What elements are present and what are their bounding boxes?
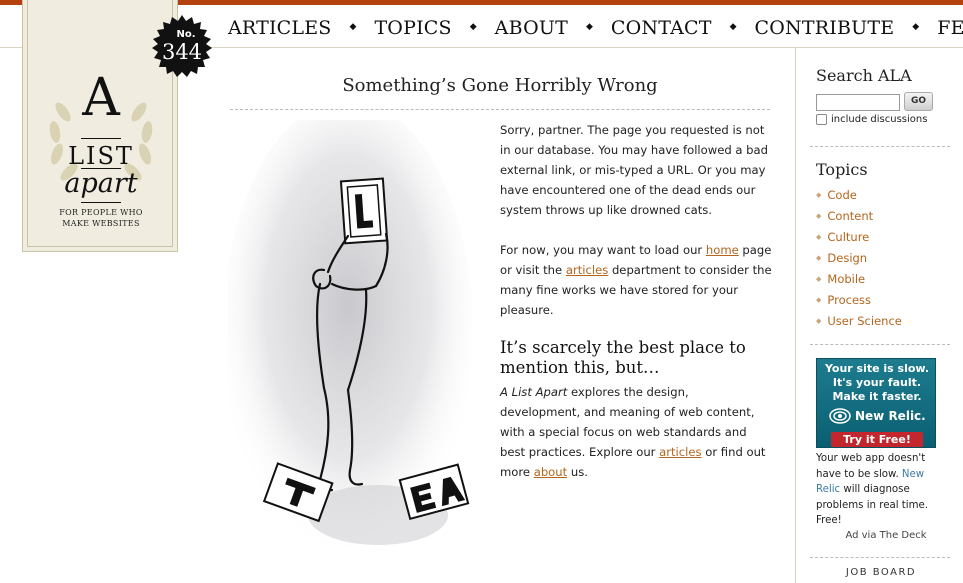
diamond-bullet-icon: ◆ [816, 233, 822, 241]
error-message-content: Sorry, partner. The page you requested i… [500, 120, 772, 502]
nav-separator-icon: ◆ [729, 22, 737, 32]
topic-label[interactable]: Process [827, 290, 871, 311]
suggestion-paragraph: For now, you may want to load our home p… [500, 240, 772, 320]
diamond-bullet-icon: ◆ [816, 254, 822, 262]
diamond-bullet-icon: ◆ [816, 212, 822, 220]
text: us. [567, 465, 588, 479]
logo-word-list: LIST [68, 142, 134, 170]
topic-label[interactable]: Culture [827, 227, 869, 248]
nav-item-articles[interactable]: ARTICLES [228, 17, 332, 39]
nav-item-feed[interactable]: FEED [937, 17, 963, 39]
logo-rule [81, 138, 121, 139]
articles-link[interactable]: articles [659, 445, 701, 459]
logo-tagline-line: MAKE WEBSITES [62, 219, 140, 228]
topics-list: ◆ Code ◆ Content ◆ Culture ◆ Design ◆ Mobile ◆ Proc… [816, 185, 902, 332]
search-go-button[interactable]: GO [904, 92, 933, 111]
include-discussions-checkbox[interactable] [816, 114, 827, 125]
home-link[interactable]: home [706, 243, 739, 257]
topic-label[interactable]: Content [827, 206, 873, 227]
ad-headline: It's your fault. [832, 376, 922, 389]
search-heading: Search ALA [816, 66, 912, 85]
logo-rule [81, 202, 121, 203]
topic-label[interactable]: Code [827, 185, 856, 206]
nav-separator-icon: ◆ [469, 22, 477, 32]
issue-number: 344 [161, 40, 203, 64]
nav-item-contact[interactable]: CONTACT [611, 17, 712, 39]
topic-item[interactable]: ◆ Content [816, 206, 902, 227]
section-heading: It’s scarcely the best place to mention … [500, 338, 746, 377]
ad-brand-name: New Relic. [855, 409, 926, 423]
topic-item[interactable]: ◆ Process [816, 290, 902, 311]
nav-separator-icon: ◆ [912, 22, 920, 32]
nav-item-topics[interactable]: TOPICS [374, 17, 451, 39]
issue-prefix: No. [176, 29, 196, 40]
page-title: Something’s Gone Horribly Wrong [342, 75, 658, 96]
ad-try-button[interactable]: Try it Free! [831, 432, 923, 447]
ad-banner[interactable]: Your site is slow. It's your fault. Make… [816, 358, 936, 448]
articles-link[interactable]: articles [566, 263, 608, 277]
ad-via-credit[interactable]: Ad via The Deck [816, 530, 956, 541]
topic-item[interactable]: ◆ User Science [816, 311, 902, 332]
topic-label[interactable]: User Science [827, 311, 901, 332]
diamond-bullet-icon: ◆ [816, 296, 822, 304]
text: For now, you may want to load our [500, 243, 706, 257]
nav-item-about[interactable]: ABOUT [495, 17, 568, 39]
error-paragraph: Sorry, partner. The page you requested i… [500, 123, 768, 217]
ad-headline: Your site is slow. [824, 362, 930, 375]
site-name-emphasis: A List Apart [500, 385, 568, 399]
ad-brand: New Relic. [829, 408, 926, 424]
nav-menu: ARTICLES ◆ TOPICS ◆ ABOUT ◆ CONTACT ◆ CONTRIBUTE… [228, 17, 963, 39]
logo-tagline-line: FOR PEOPLE WHO [59, 208, 143, 217]
sidebar-divider [810, 146, 950, 147]
job-board-heading[interactable]: JOB BOARD [816, 567, 946, 578]
title-divider [230, 109, 770, 110]
topic-item[interactable]: ◆ Design [816, 248, 902, 269]
nav-separator-icon: ◆ [349, 22, 357, 32]
ad-headline: Make it faster. [832, 390, 922, 403]
topic-label[interactable]: Design [827, 248, 867, 269]
search-input[interactable] [816, 94, 900, 111]
logo-letter: A [82, 68, 120, 128]
logo-tagline: FOR PEOPLE WHO MAKE WEBSITES [23, 207, 179, 229]
topic-label[interactable]: Mobile [827, 269, 865, 290]
topic-item[interactable]: ◆ Culture [816, 227, 902, 248]
include-discussions-option[interactable]: include discussions [816, 114, 927, 125]
topics-heading: Topics [816, 160, 868, 179]
include-discussions-label: include discussions [831, 114, 928, 125]
nav-item-contribute[interactable]: CONTRIBUTE [755, 17, 895, 39]
topic-item[interactable]: ◆ Mobile [816, 269, 902, 290]
ad-copy: Your web app doesn't have to be slow. Ne… [816, 451, 946, 529]
sidebar-divider [810, 557, 950, 558]
sidebar: Search ALA GO include discussions Topics… [795, 48, 963, 583]
diamond-bullet-icon: ◆ [816, 317, 822, 325]
about-link[interactable]: about [534, 465, 567, 479]
new-relic-logo-icon [829, 408, 851, 424]
logo-word-apart: apart [64, 168, 138, 199]
about-paragraph: A List Apart explores the design, develo… [500, 382, 772, 482]
diamond-bullet-icon: ◆ [816, 191, 822, 199]
error-illustration [228, 120, 473, 560]
diamond-bullet-icon: ◆ [816, 275, 822, 283]
nav-separator-icon: ◆ [585, 22, 593, 32]
topic-item[interactable]: ◆ Code [816, 185, 902, 206]
sidebar-divider [810, 344, 950, 345]
